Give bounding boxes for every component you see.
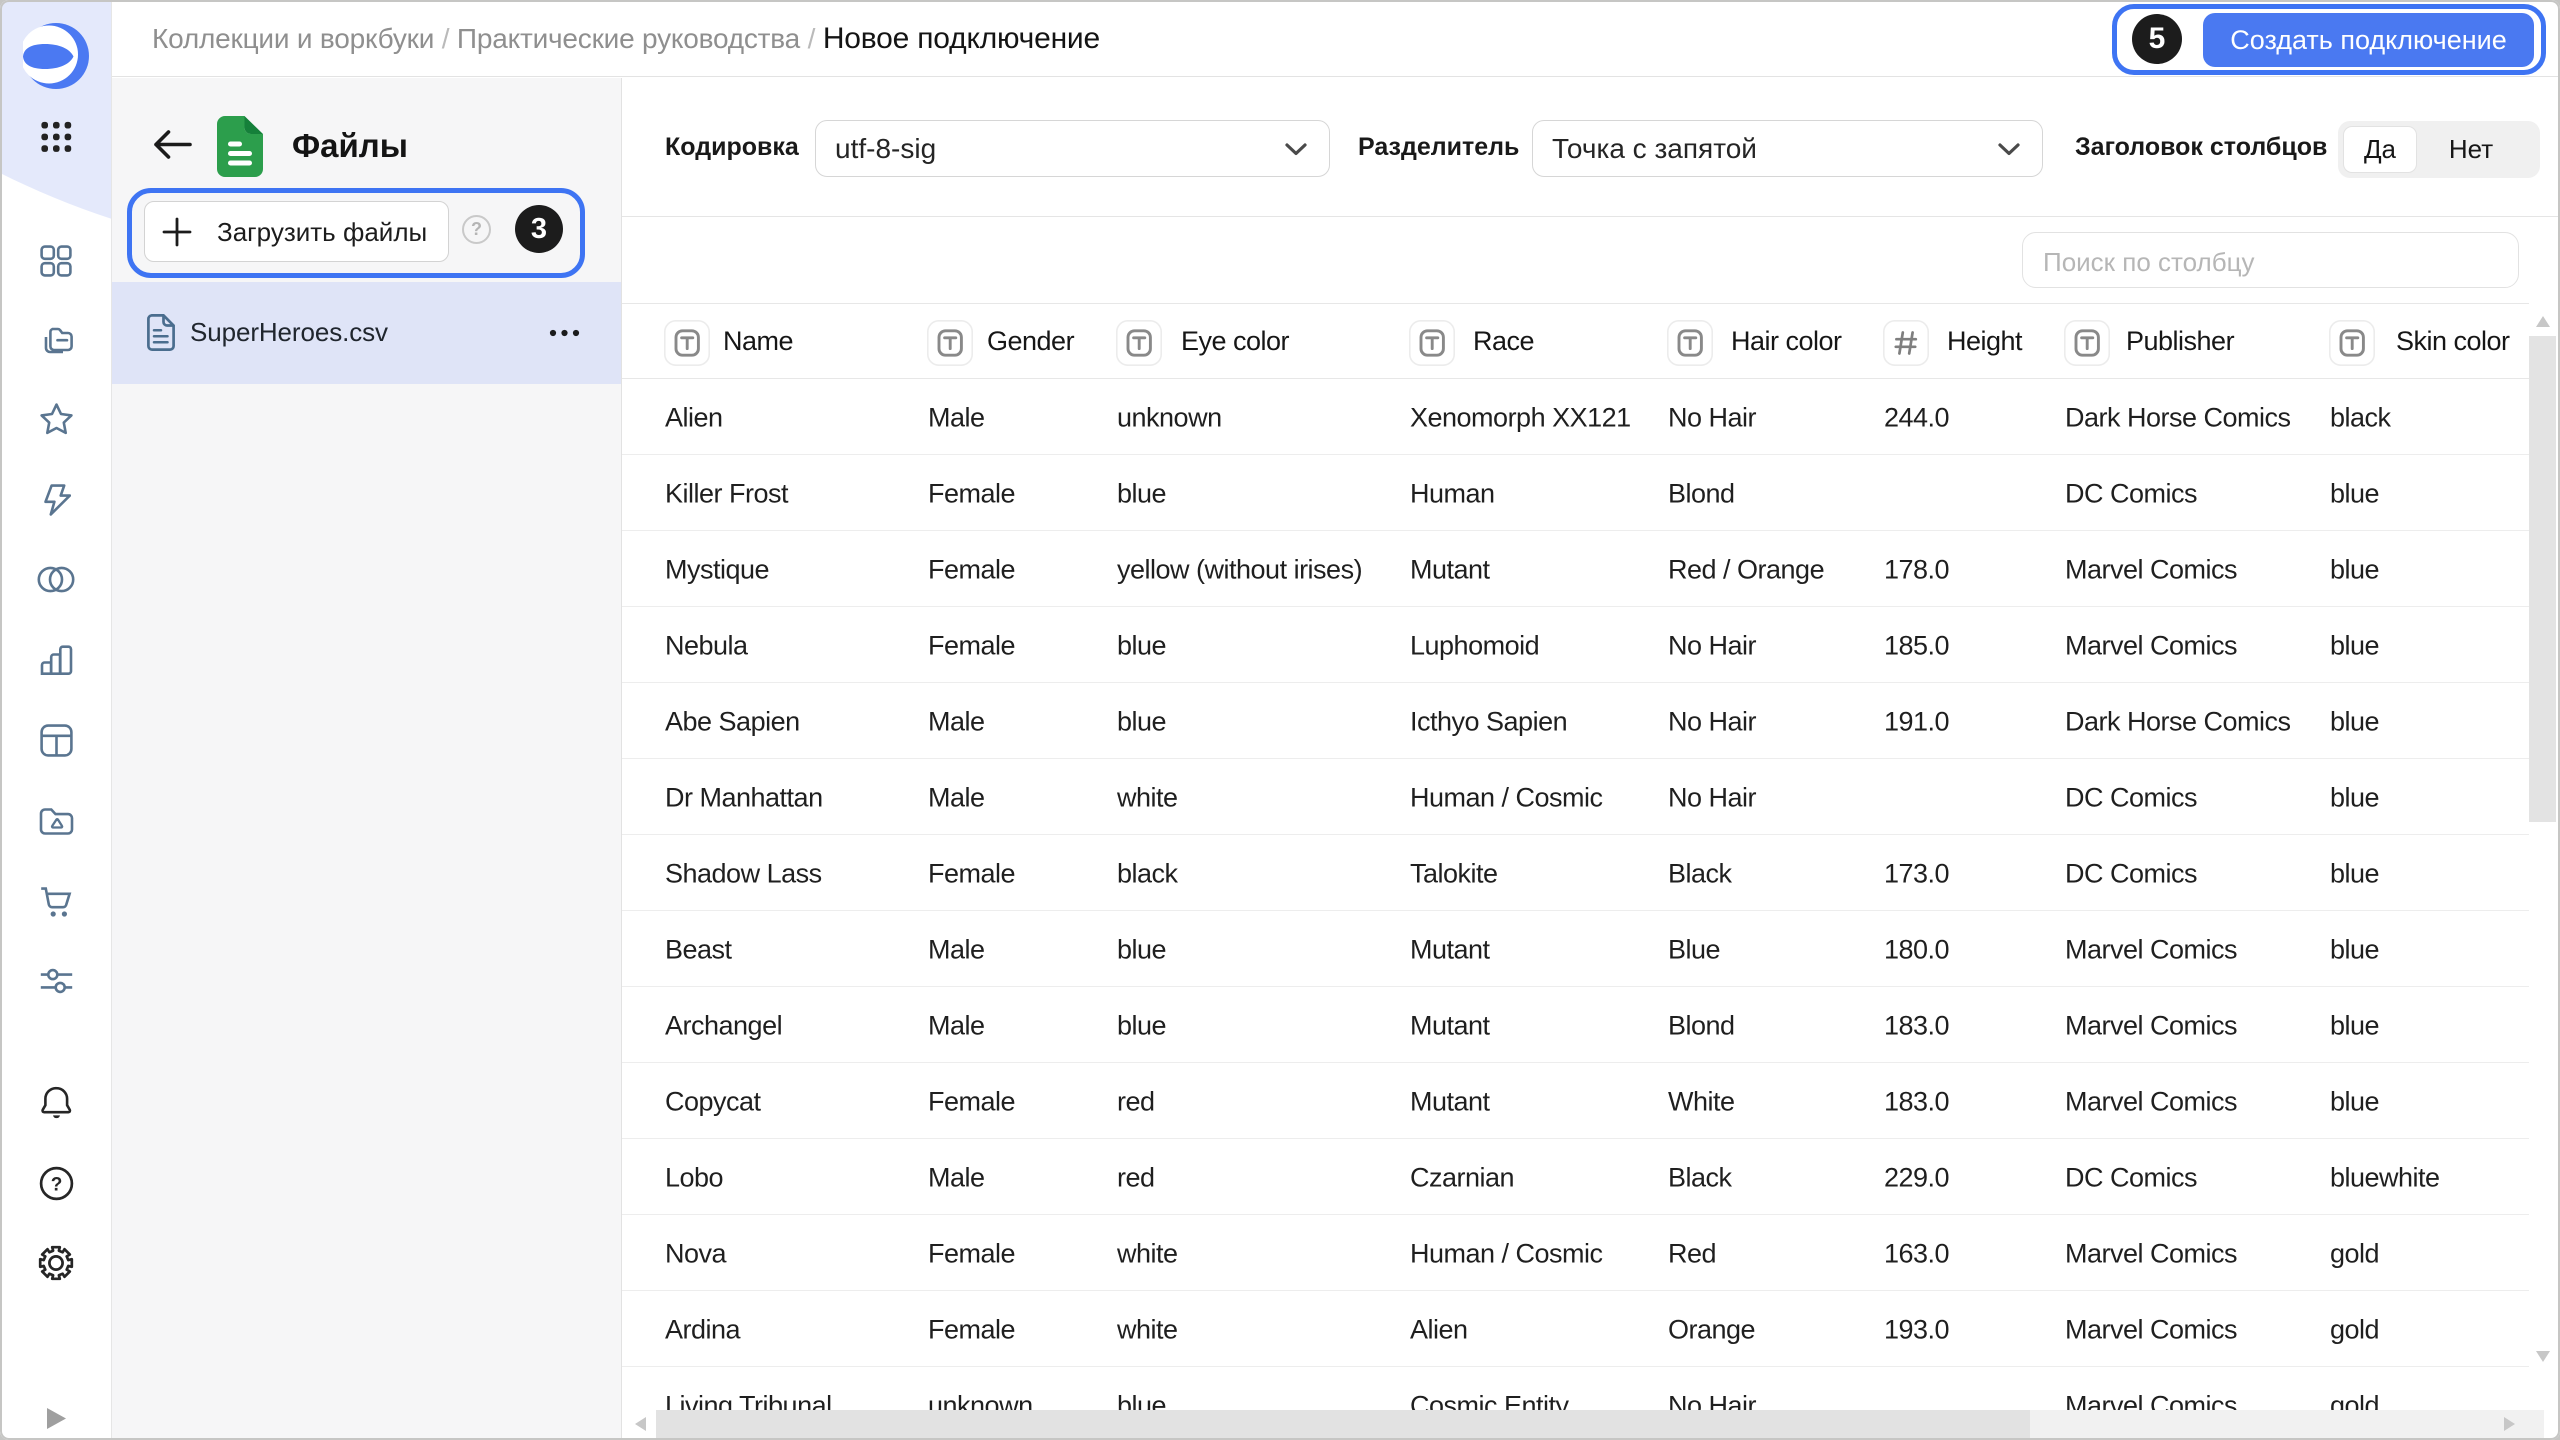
svg-text:?: ? bbox=[50, 1174, 62, 1195]
